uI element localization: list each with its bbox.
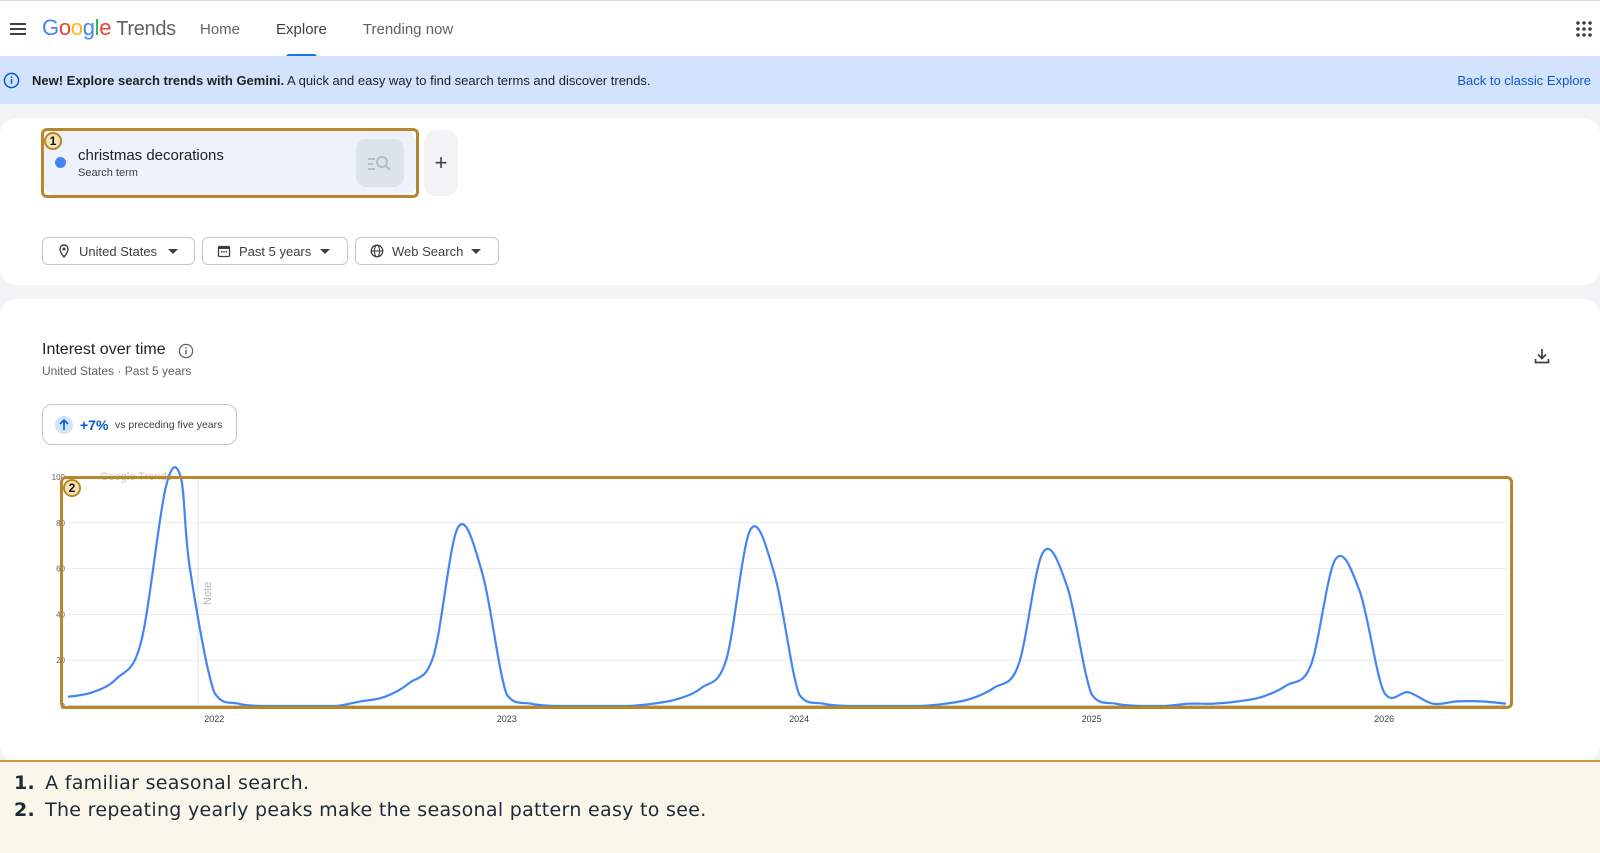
search-term-type: Search term [78, 167, 138, 179]
time-filter[interactable]: Past 5 years [202, 237, 348, 265]
banner-bold-text: New! Explore search trends with Gemini. [32, 73, 285, 88]
chevron-down-icon [320, 249, 330, 254]
y-tick-label: 60 [56, 565, 65, 574]
globe-icon [370, 244, 384, 258]
chevron-down-icon [168, 249, 178, 254]
refine-search-button[interactable] [356, 139, 404, 187]
time-filter-label: Past 5 years [239, 244, 312, 259]
y-tick-label: 80 [56, 519, 65, 528]
term-color-dot [55, 157, 66, 168]
banner-text: A quick and easy way to find search term… [287, 73, 651, 88]
series-line-christmas-decorations [67, 466, 1507, 708]
y-tick-label: 0 [61, 702, 66, 711]
property-filter-label: Web Search [392, 244, 464, 259]
calendar-icon [217, 245, 231, 258]
gemini-banner: New! Explore search trends with Gemini. … [0, 56, 1600, 104]
x-tick-label: 2025 [1082, 714, 1102, 724]
nav-home[interactable]: Home [188, 1, 252, 57]
highlight-number-2: 2 [63, 479, 81, 497]
note-text: A familiar seasonal search. [45, 772, 310, 794]
note-text: The repeating yearly peaks make the seas… [45, 799, 707, 821]
x-tick-label: 2022 [204, 714, 224, 724]
download-icon[interactable] [1533, 347, 1551, 365]
info-icon[interactable] [178, 343, 194, 359]
annotation-note-2: 2. The repeating yearly peaks make the se… [14, 799, 707, 821]
section-title: Interest over time [42, 341, 166, 358]
change-summary-pill: +7% vs preceding five years [42, 404, 237, 445]
change-description: vs preceding five years [115, 419, 223, 431]
location-filter-label: United States [79, 244, 158, 259]
nav-explore[interactable]: Explore [264, 1, 339, 57]
change-percent: +7% [80, 417, 109, 433]
y-tick-label: 40 [56, 610, 65, 619]
logo-google-wordmark: Google [42, 15, 112, 40]
info-icon [3, 72, 20, 89]
menu-icon[interactable] [8, 19, 28, 39]
y-tick-label: 20 [56, 656, 65, 665]
annotation-footer: 1. A familiar seasonal search. 2. The repe… [0, 760, 1600, 853]
note-marker-label[interactable]: Note [202, 582, 214, 605]
x-tick-label: 2026 [1374, 714, 1394, 724]
note-number: 2. [14, 799, 36, 821]
top-app-bar: Google Trends Home Explore Trending now [0, 0, 1600, 57]
y-tick-label: 100 [52, 473, 66, 482]
arrow-up-icon [55, 416, 73, 434]
x-tick-label: 2023 [497, 714, 517, 724]
logo-trends-text: Trends [116, 18, 176, 40]
search-term-name: christmas decorations [78, 147, 224, 164]
google-trends-logo[interactable]: Google Trends [42, 15, 176, 41]
chevron-down-icon [471, 249, 481, 254]
main-nav: Home Explore Trending now [188, 1, 477, 57]
nav-trending-now[interactable]: Trending now [351, 1, 465, 57]
annotation-note-1: 1. A familiar seasonal search. [14, 772, 309, 794]
search-term-chip[interactable]: christmas decorations Search term [43, 130, 417, 196]
note-number: 1. [14, 772, 36, 794]
location-filter[interactable]: United States [42, 237, 195, 265]
add-search-term-button[interactable]: + [424, 130, 458, 196]
banner-message: New! Explore search trends with Gemini. … [32, 73, 651, 88]
interest-over-time-chart[interactable]: Google Trends 020406080100 Note 2022 2023… [0, 460, 1600, 730]
location-pin-icon [59, 244, 69, 258]
search-list-icon [368, 156, 391, 171]
apps-grid-icon[interactable] [1574, 19, 1594, 39]
section-subtitle: United States · Past 5 years [42, 364, 192, 378]
arrow-up-glyph [59, 418, 69, 430]
property-filter[interactable]: Web Search [355, 237, 499, 265]
x-tick-label: 2024 [789, 714, 809, 724]
back-to-classic-link[interactable]: Back to classic Explore [1457, 73, 1591, 88]
highlight-number-1: 1 [44, 132, 62, 150]
